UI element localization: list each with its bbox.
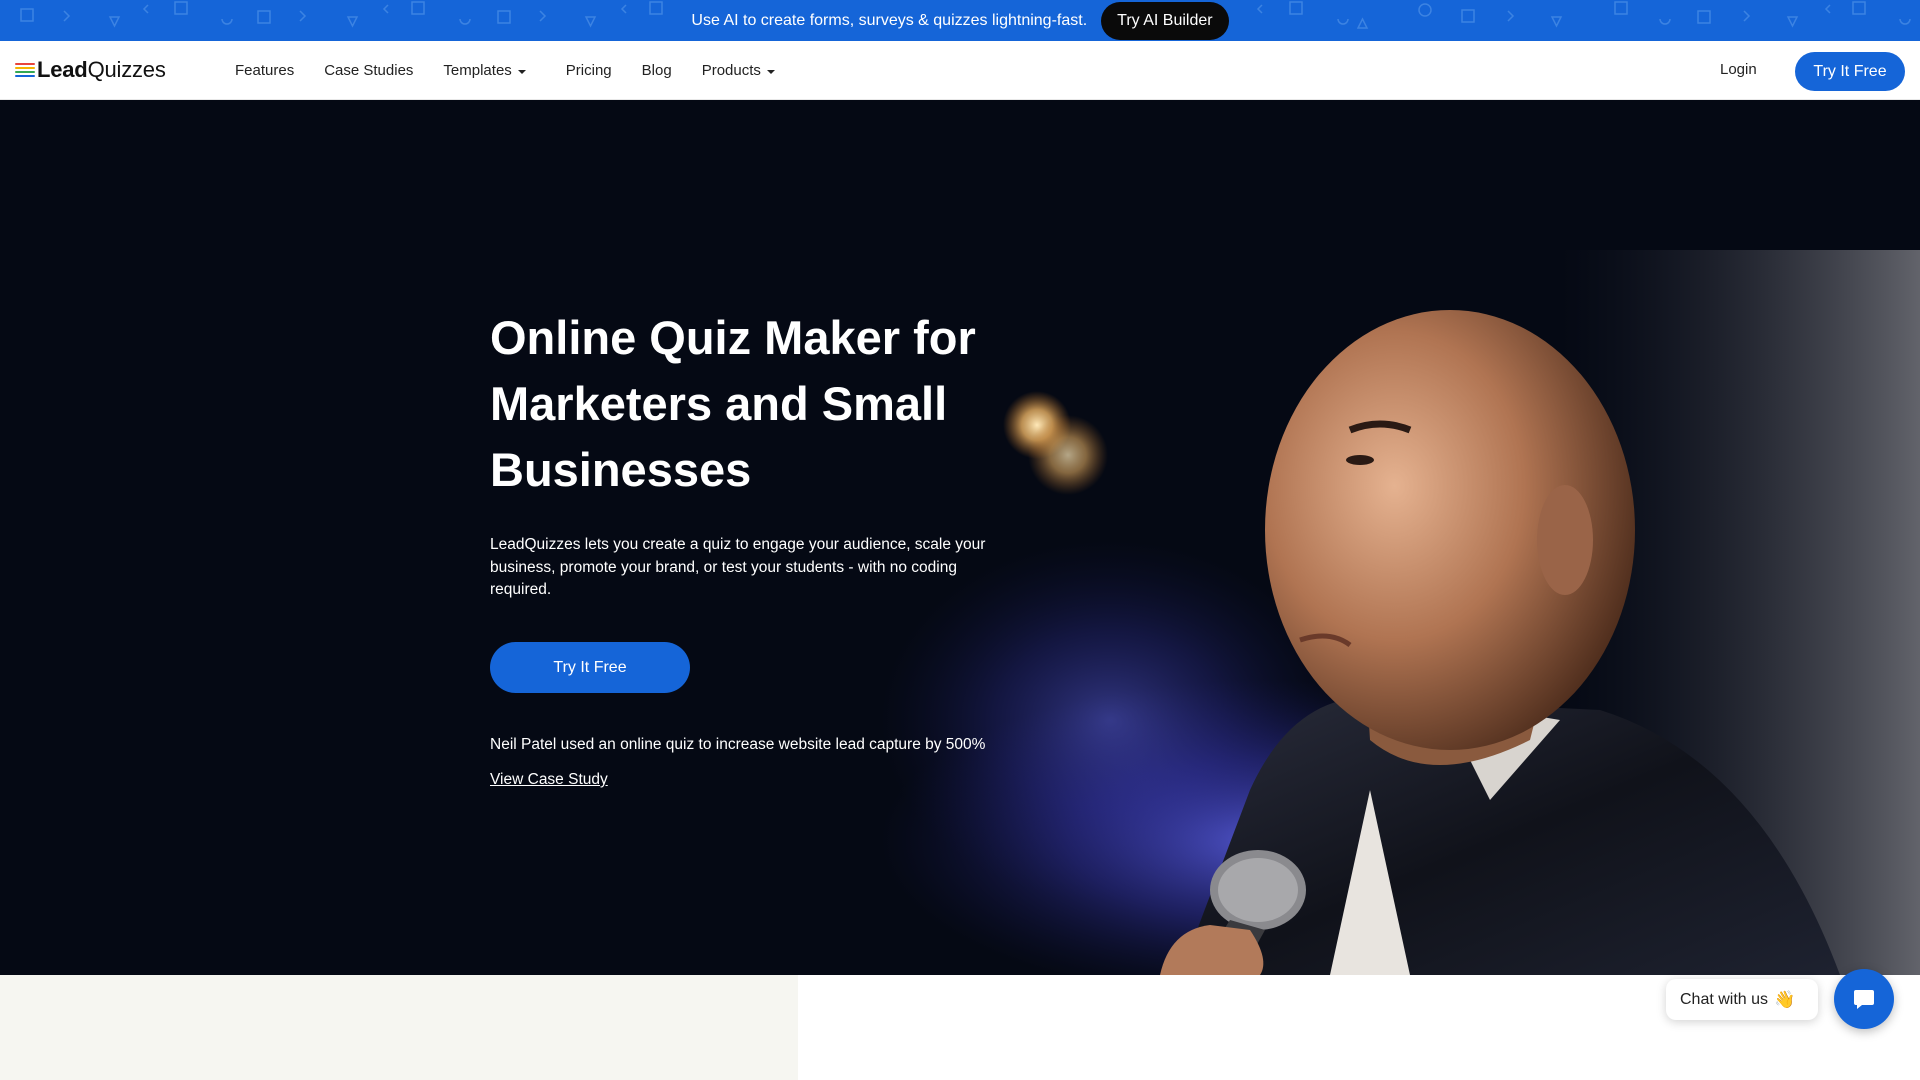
logo-stripe-blue bbox=[15, 75, 35, 77]
caret-down-icon bbox=[517, 69, 526, 74]
hero-title: Online Quiz Maker for Marketers and Smal… bbox=[490, 311, 976, 496]
logo-text: LeadQuizzes bbox=[37, 57, 166, 83]
nav-item-label: Templates bbox=[443, 62, 512, 79]
announcement-bar: Use AI to create forms, surveys & quizze… bbox=[0, 0, 1920, 41]
logo-stripe-red bbox=[15, 63, 35, 65]
main-nav: LeadQuizzes Features Case Studies Templa… bbox=[0, 41, 1920, 100]
logo[interactable]: LeadQuizzes bbox=[15, 57, 166, 83]
nav-item-label: Blog bbox=[641, 62, 672, 79]
logo-stripe-yellow bbox=[15, 67, 35, 69]
hero-section: Online Quiz Maker for Marketers and Smal… bbox=[0, 100, 1920, 975]
nav-try-it-free-button[interactable]: Try It Free bbox=[1795, 52, 1905, 91]
nav-menu: Features Case Studies Templates Pricing … bbox=[235, 41, 805, 100]
below-fold-left-panel bbox=[0, 975, 798, 1080]
nav-item-label: Case Studies bbox=[324, 62, 414, 79]
chat-bubble-icon bbox=[1854, 990, 1874, 1009]
login-link[interactable]: Login bbox=[1720, 61, 1757, 78]
nav-item-templates[interactable]: Templates bbox=[443, 62, 526, 79]
announcement-message: Use AI to create forms, surveys & quizze… bbox=[691, 11, 1088, 29]
try-ai-builder-button[interactable]: Try AI Builder bbox=[1101, 1, 1229, 40]
hero-try-it-free-button[interactable]: Try It Free bbox=[490, 642, 690, 693]
logo-text-regular: Quizzes bbox=[87, 57, 166, 82]
logo-text-bold: Lead bbox=[37, 57, 88, 82]
view-case-study-link[interactable]: View Case Study bbox=[490, 771, 608, 789]
nav-item-label: Pricing bbox=[565, 62, 612, 79]
nav-item-pricing[interactable]: Pricing bbox=[566, 62, 612, 79]
chat-with-us-pill[interactable]: Chat with us 👋 bbox=[1666, 979, 1818, 1020]
nav-item-products[interactable]: Products bbox=[702, 62, 775, 79]
logo-mark-icon bbox=[15, 63, 35, 77]
waving-hand-icon: 👋 bbox=[1774, 989, 1796, 1009]
nav-item-case-studies[interactable]: Case Studies bbox=[324, 62, 413, 79]
hero-social-proof: Neil Patel used an online quiz to increa… bbox=[490, 736, 986, 753]
nav-item-features[interactable]: Features bbox=[235, 62, 294, 79]
nav-item-blog[interactable]: Blog bbox=[642, 62, 672, 79]
nav-item-label: Products bbox=[701, 62, 761, 79]
nav-item-label: Features bbox=[235, 62, 295, 79]
chat-launcher-button[interactable] bbox=[1834, 969, 1894, 1029]
logo-stripe-green bbox=[15, 71, 35, 73]
hero-description: LeadQuizzes lets you create a quiz to en… bbox=[490, 536, 986, 598]
chat-label: Chat with us bbox=[1680, 990, 1769, 1008]
caret-down-icon bbox=[766, 69, 775, 74]
